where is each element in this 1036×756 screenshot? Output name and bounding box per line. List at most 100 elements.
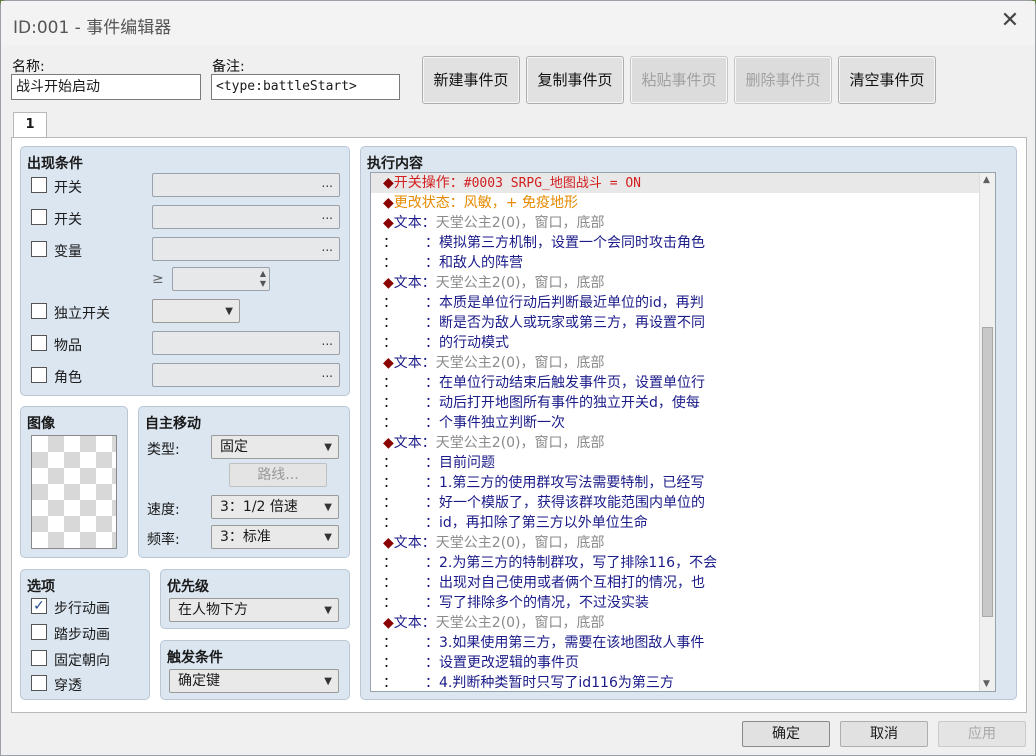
window-title: ID:001 - 事件编辑器 bbox=[13, 18, 172, 38]
command-row[interactable]: ：：和敌人的阵营 bbox=[371, 253, 995, 273]
paste-page-button[interactable]: 粘贴事件页 bbox=[630, 56, 728, 104]
command-row[interactable]: ：：id，再扣除了第三方以外单位生命 bbox=[371, 513, 995, 533]
ok-button[interactable]: 确定 bbox=[742, 721, 830, 747]
command-row[interactable]: ◆文本：天堂公主2(0)，窗口，底部 bbox=[371, 533, 995, 553]
command-prefix: ： bbox=[383, 415, 397, 431]
command-row[interactable]: ：：动后打开地图所有事件的独立开关d，使每 bbox=[371, 393, 995, 413]
command-head: ： bbox=[425, 675, 439, 691]
stepping-anim-label: 踏步动画 bbox=[54, 627, 110, 643]
stepping-anim-checkbox[interactable] bbox=[31, 624, 47, 640]
command-row[interactable]: ◆文本：天堂公主2(0)，窗口，底部 bbox=[371, 273, 995, 293]
command-row[interactable]: ：：4.判断种类暂时只写了id116为第三方 bbox=[371, 673, 995, 691]
actor-field[interactable]: ... bbox=[152, 363, 340, 387]
command-body: 天堂公主2(0)，窗口，底部 bbox=[435, 275, 605, 291]
movement-type-select[interactable]: 固定 ▼ bbox=[211, 435, 339, 459]
command-row[interactable]: ：：的行动模式 bbox=[371, 333, 995, 353]
walking-anim-label: 步行动画 bbox=[54, 601, 110, 617]
spin-down-icon[interactable]: ▼ bbox=[260, 279, 266, 288]
command-head: 开关操作： bbox=[393, 175, 464, 191]
walking-anim-checkbox[interactable]: ✓ bbox=[31, 598, 47, 614]
event-image-preview[interactable] bbox=[31, 435, 117, 549]
command-row[interactable]: ：：设置更改逻辑的事件页 bbox=[371, 653, 995, 673]
command-row[interactable]: ◆文本：天堂公主2(0)，窗口，底部 bbox=[371, 613, 995, 633]
trigger-select[interactable]: 确定键 ▼ bbox=[169, 669, 339, 693]
scroll-thumb[interactable] bbox=[982, 327, 993, 617]
command-row[interactable]: ：：出现对自己使用或者俩个互相打的情况，也 bbox=[371, 573, 995, 593]
command-row[interactable]: ：：好一个模版了，获得该群攻能范围内单位的 bbox=[371, 493, 995, 513]
through-checkbox[interactable] bbox=[31, 675, 47, 691]
options-group: 选项 ✓ 步行动画 踏步动画 固定朝向 穿透 bbox=[20, 569, 150, 700]
command-row[interactable]: ◆文本：天堂公主2(0)，窗口，底部 bbox=[371, 433, 995, 453]
command-row[interactable]: ：：模拟第三方机制，设置一个会同时攻击角色 bbox=[371, 233, 995, 253]
command-body: 动后打开地图所有事件的独立开关d，使每 bbox=[439, 395, 700, 411]
switch2-field[interactable]: ... bbox=[152, 205, 340, 229]
event-command-list[interactable]: ▲ ▼ ◆开关操作：#0003 SRPG_地图战斗 = ON ◆更改状态：风敏，+… bbox=[370, 172, 996, 692]
new-page-button[interactable]: 新建事件页 bbox=[422, 56, 520, 104]
command-body: 出现对自己使用或者俩个互相打的情况，也 bbox=[439, 575, 705, 591]
apply-button[interactable]: 应用 bbox=[938, 721, 1026, 747]
delete-page-button[interactable]: 删除事件页 bbox=[734, 56, 832, 104]
command-row[interactable]: ：：个事件独立判断一次 bbox=[371, 413, 995, 433]
item-field[interactable]: ... bbox=[152, 331, 340, 355]
command-prefix: ： bbox=[383, 455, 397, 471]
trigger-title: 触发条件 bbox=[167, 650, 223, 666]
priority-select[interactable]: 在人物下方 ▼ bbox=[169, 598, 339, 622]
command-row[interactable]: ：：1.第三方的使用群攻写法需要特制，已经写 bbox=[371, 473, 995, 493]
item-checkbox[interactable] bbox=[31, 335, 47, 351]
speed-select[interactable]: 3：1/2 倍速 ▼ bbox=[211, 495, 339, 519]
actor-checkbox[interactable] bbox=[31, 367, 47, 383]
command-body: 3.如果使用第三方，需要在该地图敌人事件 bbox=[439, 635, 705, 651]
self-switch-select[interactable]: ▼ bbox=[152, 299, 240, 323]
command-row[interactable]: ：：3.如果使用第三方，需要在该地图敌人事件 bbox=[371, 633, 995, 653]
vertical-scrollbar[interactable]: ▲ ▼ bbox=[979, 173, 995, 691]
command-row[interactable]: ◆文本：天堂公主2(0)，窗口，底部 bbox=[371, 213, 995, 233]
command-row[interactable]: ◆开关操作：#0003 SRPG_地图战斗 = ON bbox=[371, 173, 995, 193]
route-button[interactable]: 路线... bbox=[229, 463, 327, 487]
command-row[interactable]: ：：目前问题 bbox=[371, 453, 995, 473]
command-row[interactable]: ◆文本：天堂公主2(0)，窗口，底部 bbox=[371, 353, 995, 373]
self-switch-checkbox[interactable] bbox=[31, 303, 47, 319]
variable-value-spinner[interactable]: ▲ ▼ bbox=[172, 267, 270, 291]
variable-field[interactable]: ... bbox=[152, 237, 340, 261]
switch1-checkbox[interactable] bbox=[31, 177, 47, 193]
conditions-title: 出现条件 bbox=[27, 156, 83, 172]
command-row[interactable]: ：：写了排除多个的情况，不过没实装 bbox=[371, 593, 995, 613]
command-row[interactable]: ：：断是否为敌人或玩家或第三方，再设置不同 bbox=[371, 313, 995, 333]
name-field[interactable]: 战斗开始启动 bbox=[11, 74, 201, 100]
note-field[interactable]: <type:battleStart> bbox=[211, 74, 400, 100]
command-row[interactable]: ：：本质是单位行动后判断最近单位的id，再判 bbox=[371, 293, 995, 313]
command-row[interactable]: ：：在单位行动结束后触发事件页，设置单位行 bbox=[371, 373, 995, 393]
direction-fix-checkbox[interactable] bbox=[31, 650, 47, 666]
command-body: 和敌人的阵营 bbox=[439, 255, 523, 271]
cancel-button[interactable]: 取消 bbox=[840, 721, 928, 747]
switch1-field[interactable]: ... bbox=[152, 173, 340, 197]
speed-value: 3：1/2 倍速 bbox=[220, 499, 298, 515]
frequency-select[interactable]: 3：标准 ▼ bbox=[211, 525, 339, 549]
item-label: 物品 bbox=[54, 338, 82, 354]
command-body: 天堂公主2(0)，窗口，底部 bbox=[435, 355, 605, 371]
switch2-checkbox[interactable] bbox=[31, 209, 47, 225]
command-prefix: ◆ bbox=[383, 615, 394, 631]
command-head: ： bbox=[425, 575, 439, 591]
scroll-down-icon[interactable]: ▼ bbox=[983, 679, 990, 689]
scroll-up-icon[interactable]: ▲ bbox=[983, 175, 990, 185]
copy-page-button[interactable]: 复制事件页 bbox=[526, 56, 624, 104]
frequency-value: 3：标准 bbox=[220, 529, 271, 545]
through-label: 穿透 bbox=[54, 678, 82, 694]
command-body: id，再扣除了第三方以外单位生命 bbox=[439, 515, 648, 531]
close-icon[interactable]: ✕ bbox=[999, 10, 1021, 33]
command-head: 更改状态： bbox=[393, 195, 464, 211]
tab-page-1[interactable]: 1 bbox=[13, 112, 47, 138]
command-row[interactable]: ◆更改状态：风敏，+ 免疫地形 bbox=[371, 193, 995, 213]
variable-checkbox[interactable] bbox=[31, 241, 47, 257]
command-body: 写了排除多个的情况，不过没实装 bbox=[439, 595, 649, 611]
command-body: 2.为第三方的特制群攻，写了排除116，不会 bbox=[439, 555, 718, 571]
command-head: ： bbox=[425, 595, 439, 611]
clear-page-button[interactable]: 清空事件页 bbox=[838, 56, 936, 104]
command-body: #0003 SRPG_地图战斗 = ON bbox=[463, 176, 642, 191]
command-row[interactable]: ：：2.为第三方的特制群攻，写了排除116，不会 bbox=[371, 553, 995, 573]
event-editor-window: ID:001 - 事件编辑器 ✕ 名称: 战斗开始启动 备注: <type:ba… bbox=[0, 0, 1036, 756]
command-body: 天堂公主2(0)，窗口，底部 bbox=[435, 215, 605, 231]
spin-up-icon[interactable]: ▲ bbox=[260, 269, 266, 278]
self-switch-label: 独立开关 bbox=[54, 306, 110, 322]
